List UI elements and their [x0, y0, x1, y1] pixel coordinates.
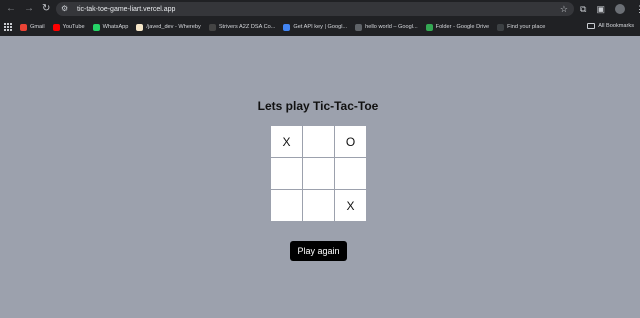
play-again-button[interactable]: Play again	[290, 241, 347, 261]
bookmark-favicon-icon	[208, 23, 216, 31]
board-cell[interactable]: X	[335, 190, 366, 221]
bookmark-item[interactable]: Folder - Google Drive	[425, 23, 490, 31]
board-cell[interactable]: O	[335, 126, 366, 157]
back-arrow-icon[interactable]: ←	[6, 4, 16, 14]
bookmark-favicon-icon	[20, 23, 27, 31]
apps-grid-icon[interactable]	[4, 23, 12, 31]
forward-arrow-icon[interactable]: →	[24, 4, 34, 14]
bookmark-label: Folder - Google Drive	[435, 24, 490, 30]
board-cell[interactable]	[303, 126, 334, 157]
bookmark-item[interactable]: Gmail	[20, 23, 45, 31]
bookmark-favicon-icon	[355, 23, 363, 31]
bookmark-item[interactable]: WhatsApp	[92, 23, 129, 31]
bookmark-favicon-icon	[283, 23, 291, 31]
bookmark-favicon-icon	[497, 23, 505, 31]
bookmark-label: Get API key | Googl...	[293, 24, 348, 30]
address-bar-row: ← → ↻ ⚙ tic-tak-toe-game-liart.vercel.ap…	[0, 0, 640, 18]
all-bookmarks[interactable]: All Bookmarks	[587, 23, 634, 29]
folder-icon	[587, 23, 596, 29]
bookmark-favicon-icon	[136, 23, 144, 31]
bookmark-label: Find your place	[507, 24, 546, 30]
bookmark-label: /javed_dev - Whereby	[146, 24, 201, 30]
bookmark-item[interactable]: Find your place	[497, 23, 546, 31]
menu-kebab-icon[interactable]: ⋮	[635, 2, 640, 16]
url-text[interactable]: tic-tak-toe-game-liart.vercel.app	[77, 6, 175, 13]
bookmark-favicon-icon	[52, 23, 60, 31]
bookmark-star-icon[interactable]: ☆	[560, 4, 568, 14]
bookmark-label: Gmail	[30, 24, 45, 30]
extensions-icon[interactable]: ⧉	[580, 2, 586, 16]
bookmark-favicon-icon	[425, 23, 433, 31]
bookmark-item[interactable]: Get API key | Googl...	[283, 23, 348, 31]
profile-avatar[interactable]	[614, 4, 625, 14]
browser-chrome: ← → ↻ ⚙ tic-tak-toe-game-liart.vercel.ap…	[0, 0, 640, 36]
bookmark-label: hello world – Googl...	[365, 24, 418, 30]
game-board: X O X	[271, 126, 366, 221]
bookmark-list: Gmail YouTube WhatsApp/javed_dev - Whereby…	[20, 23, 553, 31]
page-content: Lets play Tic-Tac-Toe X O X Play again	[0, 36, 640, 318]
page-title: Lets play Tic-Tac-Toe	[257, 99, 379, 113]
bookmark-label: Strivers A2Z DSA Co...	[218, 24, 276, 30]
site-settings-icon[interactable]: ⚙	[61, 5, 73, 13]
board-cell[interactable]	[271, 158, 302, 189]
bookmark-item[interactable]: /javed_dev - Whereby	[136, 23, 201, 31]
bookmark-label: YouTube	[62, 24, 85, 30]
reload-icon[interactable]: ↻	[42, 4, 50, 14]
all-bookmarks-label: All Bookmarks	[598, 23, 634, 29]
board-cell[interactable]	[335, 158, 366, 189]
nav-buttons: ← → ↻	[0, 4, 54, 14]
toolbar-right: ⧉ ▣ ⋮	[580, 2, 640, 16]
board-cell[interactable]: X	[271, 126, 302, 157]
board-cell[interactable]	[303, 158, 334, 189]
bookmark-item[interactable]: Strivers A2Z DSA Co...	[208, 23, 276, 31]
board-cell[interactable]	[271, 190, 302, 221]
bookmark-label: WhatsApp	[102, 24, 129, 30]
side-panel-icon[interactable]: ▣	[596, 2, 605, 16]
board-cell[interactable]	[303, 190, 334, 221]
bookmarks-bar: Gmail YouTube WhatsApp/javed_dev - Whereby…	[0, 19, 640, 35]
bookmark-item[interactable]: YouTube	[52, 23, 85, 31]
bookmark-favicon-icon	[92, 23, 100, 31]
bookmark-item[interactable]: hello world – Googl...	[355, 23, 418, 31]
omnibox[interactable]: ⚙ tic-tak-toe-game-liart.vercel.app ☆	[56, 2, 574, 16]
